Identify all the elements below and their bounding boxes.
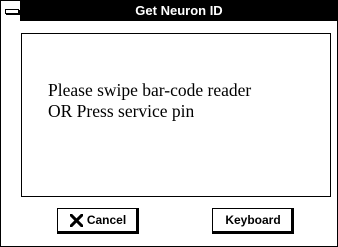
dialog-window: Get Neuron ID Please swipe bar-code read… [0,0,338,247]
keyboard-button-label: Keyboard [225,213,281,227]
system-menu-button[interactable] [1,1,21,21]
instruction-line-2: OR Press service pin [48,101,195,121]
keyboard-button[interactable]: Keyboard [212,208,294,234]
message-panel: Please swipe bar-code reader OR Press se… [21,33,331,197]
window-title: Get Neuron ID [135,3,223,18]
system-menu-icon [5,9,19,14]
title-bar: Get Neuron ID [1,1,337,21]
instruction-line-1: Please swipe bar-code reader [48,80,252,100]
cancel-button-label: Cancel [86,213,127,227]
x-icon [69,213,83,227]
cancel-button[interactable]: Cancel [57,208,139,234]
instruction-message: Please swipe bar-code reader OR Press se… [48,80,318,122]
